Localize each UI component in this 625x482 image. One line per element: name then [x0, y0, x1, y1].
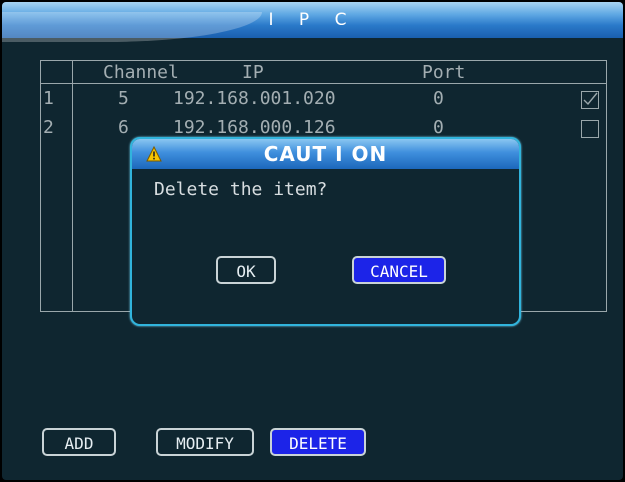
row-2-ip[interactable]: 192.168.000.126	[173, 118, 336, 138]
modify-button[interactable]: MODIFY	[156, 428, 254, 456]
row-1-index: 1	[43, 88, 54, 109]
dialog-header: CAUT I ON	[132, 139, 519, 169]
row-1-checkbox[interactable]	[581, 91, 599, 109]
cancel-button[interactable]: CANCEL	[352, 256, 446, 284]
delete-button[interactable]: DELETE	[270, 428, 366, 456]
row-1-port[interactable]: 0	[433, 89, 444, 109]
row-2-index: 2	[43, 117, 54, 138]
header-port: Port	[422, 62, 466, 83]
page-title: I P C	[268, 10, 357, 30]
row-1-channel[interactable]: 5	[118, 89, 129, 109]
row-1-ip[interactable]: 192.168.001.020	[173, 89, 336, 109]
caution-dialog: CAUT I ON Delete the item? OK CANCEL	[130, 137, 521, 326]
row-2-port[interactable]: 0	[433, 118, 444, 138]
dialog-message: Delete the item?	[154, 179, 328, 200]
row-2-checkbox[interactable]	[581, 120, 599, 138]
ipc-screen: I P C Channel IP Port 1 5 192.168.001.02…	[2, 2, 623, 480]
table-divider	[72, 61, 73, 311]
title-bar: I P C	[2, 2, 623, 42]
row-2-channel[interactable]: 6	[118, 118, 129, 138]
checkmark-icon	[583, 92, 598, 106]
table-header-divider	[41, 83, 606, 84]
ok-button[interactable]: OK	[216, 256, 276, 284]
header-channel: Channel	[103, 62, 179, 83]
add-button[interactable]: ADD	[42, 428, 116, 456]
header-ip: IP	[242, 62, 264, 83]
dialog-title: CAUT I ON	[263, 142, 388, 166]
